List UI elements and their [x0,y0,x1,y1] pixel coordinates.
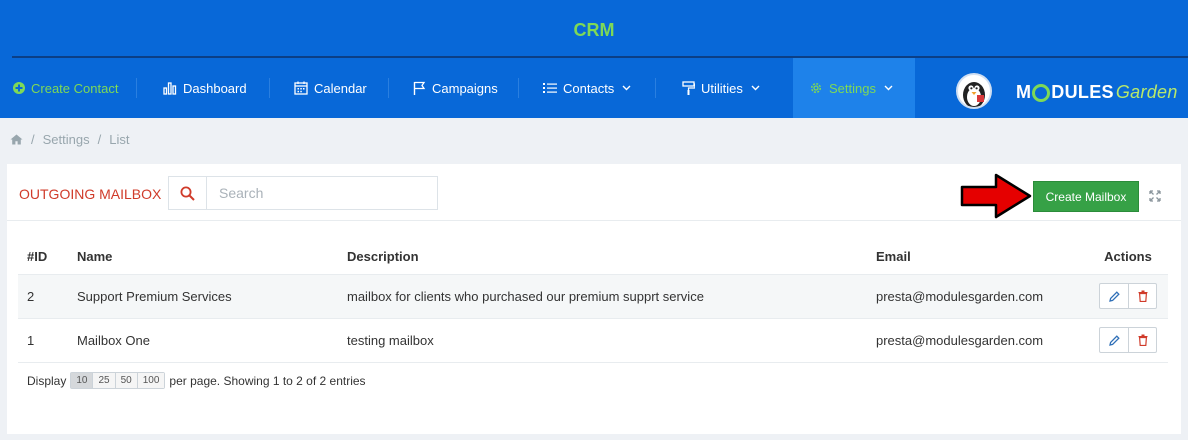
table-row: 2 Support Premium Services mailbox for c… [18,274,1168,319]
nav-separator [518,78,519,98]
nav-calendar[interactable]: Calendar [294,58,367,118]
nav-create-contact[interactable]: Create Contact [13,58,118,118]
nav-label: Utilities [701,80,743,96]
modulesgarden-logo: M DULES Garden [1016,81,1178,102]
search-icon [180,186,195,201]
nav-dashboard[interactable]: Dashboard [163,58,247,118]
home-icon[interactable] [10,134,23,145]
edit-button[interactable] [1100,284,1128,308]
cell-id: 1 [18,318,68,363]
trash-icon [1138,334,1147,346]
gear-icon [810,82,822,94]
top-header: CRM Create Contact Dashboard Calendar Ca… [0,0,1188,118]
cell-name: Support Premium Services [68,274,338,319]
create-mailbox-button[interactable]: Create Mailbox [1033,181,1139,212]
column-header-name[interactable]: Name [68,239,338,275]
delete-button[interactable] [1128,284,1156,308]
nav-campaigns[interactable]: Campaigns [413,58,498,118]
search-input[interactable] [207,177,437,209]
breadcrumb: / Settings / List [10,132,129,147]
nav-label: Contacts [563,80,615,96]
nav-contacts[interactable]: Contacts [543,58,637,118]
nav-separator [136,78,137,98]
nav-separator [388,78,389,98]
paint-roller-icon [682,81,695,95]
cell-id: 2 [18,274,68,319]
mailbox-panel: Outgoing Mailbox Create Mailbox #ID Name… [7,164,1181,434]
chevron-down-icon [622,85,631,91]
breadcrumb-list: List [109,132,130,147]
row-actions [1099,327,1157,353]
table-header-row: #ID Name Description Email Actions [18,239,1168,275]
breadcrumb-settings[interactable]: Settings [43,132,90,147]
main-nav: Create Contact Dashboard Calendar Campai… [0,58,930,118]
search-button[interactable] [169,177,207,209]
nav-label: Create Contact [31,80,119,96]
nav-label: Calendar [314,80,367,96]
calendar-icon [294,81,308,95]
page-size-50[interactable]: 50 [114,373,137,388]
red-arrow-annotation-icon [960,173,1032,219]
cell-email: presta@modulesgarden.com [867,274,1088,319]
column-header-actions: Actions [1088,239,1168,275]
mailbox-table: #ID Name Description Email Actions 2 Sup… [18,239,1168,363]
page-size-100[interactable]: 100 [136,373,165,388]
trash-icon [1138,290,1147,302]
nav-settings[interactable]: Settings [793,58,915,118]
chevron-down-icon [884,85,893,91]
user-avatar[interactable] [956,73,992,109]
nav-label: Campaigns [432,80,498,96]
plus-circle-icon [13,82,25,94]
table-row: 1 Mailbox One testing mailbox presta@mod… [18,318,1168,363]
list-icon [543,83,557,93]
edit-button[interactable] [1100,328,1128,352]
pencil-icon [1108,290,1120,302]
chevron-down-icon [751,85,760,91]
flag-icon [413,81,426,95]
column-header-email[interactable]: Email [867,239,1088,275]
panel-title: Outgoing Mailbox [19,186,162,202]
entries-summary: per page. Showing 1 to 2 of 2 entries [169,373,366,388]
nav-separator [269,78,270,98]
display-label: Display [27,373,67,388]
app-title: CRM [573,20,615,40]
penguin-avatar-icon [963,82,985,107]
nav-utilities[interactable]: Utilities [682,58,766,118]
table-footer: Display 10 25 50 100 per page. Showing 1… [27,372,366,389]
bar-chart-icon [163,81,177,95]
fullscreen-icon[interactable] [1149,190,1161,202]
cell-description: testing mailbox [338,318,867,363]
column-header-id[interactable]: #ID [18,239,68,275]
page-size-10[interactable]: 10 [71,373,93,388]
nav-label: Settings [829,80,876,96]
cell-name: Mailbox One [68,318,338,363]
page-size-25[interactable]: 25 [92,373,115,388]
cell-actions [1088,318,1168,363]
pencil-icon [1108,334,1120,346]
row-actions [1099,283,1157,309]
nav-label: Dashboard [183,80,247,96]
cell-actions [1088,274,1168,319]
delete-button[interactable] [1128,328,1156,352]
cell-email: presta@modulesgarden.com [867,318,1088,363]
panel-header: Outgoing Mailbox Create Mailbox [7,164,1181,221]
cell-description: mailbox for clients who purchased our pr… [338,274,867,319]
search-box [168,176,438,210]
page-size-selector: 10 25 50 100 [70,372,166,389]
column-header-description[interactable]: Description [338,239,867,275]
nav-separator [655,78,656,98]
